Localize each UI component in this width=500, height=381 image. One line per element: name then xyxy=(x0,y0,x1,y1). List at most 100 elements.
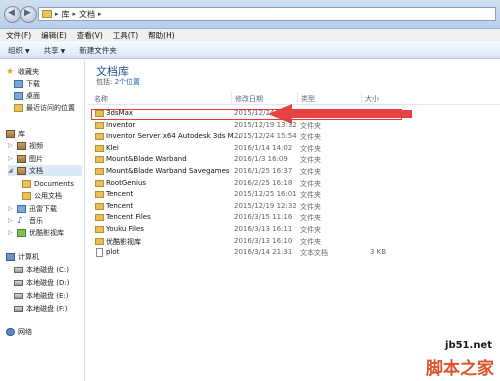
title-bar: ◀ ▶ ▸ 库 ▸ 文档 ▸ xyxy=(0,0,500,29)
file-row[interactable]: Inventor 2015/12/19 13:32 文件夹 xyxy=(92,120,410,131)
file-row[interactable]: Youku Files 2016/3/13 16:11 文件夹 xyxy=(92,224,410,235)
expand-arrow-icon[interactable]: ▷ xyxy=(8,205,14,212)
file-row[interactable]: Tencent Files 2016/3/15 11:16 文件夹 xyxy=(92,212,410,223)
sidebar-item-label: 本地磁盘 (D:) xyxy=(26,278,70,287)
file-row[interactable]: Inventor Server x64 Autodesk 3ds M... 201… xyxy=(92,131,410,142)
collapse-arrow-icon[interactable]: ◢ xyxy=(8,167,14,174)
file-type: 文件夹 xyxy=(300,168,321,176)
file-name: Tencent Files xyxy=(106,213,151,222)
video-library-icon xyxy=(17,228,26,237)
file-size: 3 KB xyxy=(370,248,387,257)
sidebar-item-thunder-downloads[interactable]: ▷ 迅雷下载 xyxy=(8,203,57,214)
folder-icon xyxy=(95,226,104,233)
sidebar-item-label: 计算机 xyxy=(18,252,39,261)
sidebar-item-label: 音乐 xyxy=(29,216,43,225)
column-divider[interactable] xyxy=(231,92,232,103)
file-date: 2016/1/25 16:37 xyxy=(234,167,293,175)
sidebar-item-my-documents[interactable]: Documents xyxy=(22,178,74,189)
column-divider[interactable] xyxy=(297,92,298,103)
file-name: Mount&Blade Warband xyxy=(106,155,187,164)
sidebar-item-pictures[interactable]: ▷ 图片 xyxy=(8,153,43,164)
file-type: 文件夹 xyxy=(300,121,321,130)
sidebar-item-drive-c[interactable]: 本地磁盘 (C:) xyxy=(14,264,69,275)
watermark-site: jb51.net xyxy=(445,340,492,351)
file-row[interactable]: Klei 2016/1/14 14:02 文件夹 xyxy=(92,143,410,154)
forward-arrow-icon: ▶ xyxy=(24,8,31,18)
library-subtitle-prefix: 包括: xyxy=(96,78,113,86)
file-row[interactable]: Tencent 2015/12/19 12:32 文件夹 xyxy=(92,201,410,212)
watermark-brand: 脚本之家 xyxy=(426,359,494,379)
menu-file[interactable]: 文件(F) xyxy=(6,30,31,41)
sidebar-item-downloads[interactable]: 下载 xyxy=(14,78,40,89)
file-row[interactable]: Mount&Blade Warband Savegames 2016/1/25 1… xyxy=(92,166,410,177)
menu-tools[interactable]: 工具(T) xyxy=(113,30,138,41)
sidebar-item-documents[interactable]: ◢ 文档 xyxy=(8,165,82,176)
sidebar-item-favorites[interactable]: ★ 收藏夹 xyxy=(6,66,39,77)
menu-view[interactable]: 查看(V) xyxy=(77,30,103,41)
expand-arrow-icon[interactable]: ▷ xyxy=(8,142,14,149)
expand-arrow-icon[interactable]: ▷ xyxy=(8,229,14,236)
sidebar-item-recent[interactable]: 最近访问的位置 xyxy=(14,102,75,113)
file-date: 2016/3/13 16:10 xyxy=(234,236,293,245)
download-library-icon xyxy=(17,204,26,213)
sidebar-item-label: 下载 xyxy=(26,79,40,88)
folder-icon xyxy=(95,121,104,129)
folder-icon xyxy=(95,144,104,152)
sidebar-item-drive-e[interactable]: 本地磁盘 (E:) xyxy=(14,290,68,301)
file-type: 文件夹 xyxy=(300,191,321,200)
file-row[interactable]: Mount&Blade Warband 2016/1/3 16:09 文件夹 xyxy=(92,154,410,165)
column-header-name[interactable]: 名称 xyxy=(94,94,108,104)
file-row[interactable]: 优酷影视库 2016/3/13 16:10 文件夹 xyxy=(92,236,410,247)
hard-drive-icon xyxy=(14,279,23,286)
sidebar-item-desktop[interactable]: 桌面 xyxy=(14,90,40,101)
share-label: 共享 xyxy=(43,46,59,55)
text-file-icon xyxy=(96,248,103,258)
expand-arrow-icon[interactable]: ▷ xyxy=(8,217,14,224)
file-type: 文件夹 xyxy=(300,202,321,211)
file-date: 2016/2/25 16:18 xyxy=(234,178,293,187)
new-folder-button[interactable]: 新建文件夹 xyxy=(79,45,117,56)
breadcrumb-library[interactable]: 库 xyxy=(62,9,70,20)
hard-drive-icon xyxy=(14,266,23,273)
column-divider[interactable] xyxy=(361,92,362,103)
back-button[interactable]: ◀ xyxy=(4,6,21,23)
file-row[interactable]: Tencent 2015/12/25 16:01 文件夹 xyxy=(92,189,410,200)
sidebar-item-computer[interactable]: 计算机 xyxy=(6,251,39,262)
menu-edit[interactable]: 编辑(E) xyxy=(41,30,67,41)
back-arrow-icon: ◀ xyxy=(8,8,15,18)
file-date: 2015/12/24 15:54 xyxy=(234,132,297,141)
column-header-date[interactable]: 修改日期 xyxy=(235,94,263,104)
organize-button[interactable]: 组织 ▼ xyxy=(8,45,30,56)
sidebar-item-public-documents[interactable]: 公用文档 xyxy=(22,190,62,201)
file-date: 2016/3/13 16:11 xyxy=(234,225,293,233)
breadcrumb-documents[interactable]: 文档 xyxy=(79,9,95,20)
download-folder-icon xyxy=(14,79,23,88)
sidebar-item-youku[interactable]: ▷ 优酷影视库 xyxy=(8,227,64,238)
sidebar-item-videos[interactable]: ▷ 视频 xyxy=(8,140,43,151)
share-button[interactable]: 共享 ▼ xyxy=(44,45,66,56)
hard-drive-icon xyxy=(14,305,23,312)
address-bar[interactable]: ▸ 库 ▸ 文档 ▸ xyxy=(38,7,496,21)
expand-arrow-icon[interactable]: ▷ xyxy=(8,155,14,162)
file-type: 文件夹 xyxy=(300,226,321,234)
file-name: Inventor xyxy=(106,120,136,129)
breadcrumb-separator-icon[interactable]: ▸ xyxy=(98,10,102,18)
sidebar-item-music[interactable]: ▷ ♪ 音乐 xyxy=(8,215,43,226)
breadcrumb-separator-icon[interactable]: ▸ xyxy=(73,10,77,18)
column-header-size[interactable]: 大小 xyxy=(365,94,379,104)
sidebar-item-network[interactable]: 网络 xyxy=(6,326,32,337)
sidebar-item-drive-d[interactable]: 本地磁盘 (D:) xyxy=(14,277,69,288)
file-name: Mount&Blade Warband Savegames xyxy=(106,167,230,175)
file-type: 文本文档 xyxy=(300,249,328,258)
sidebar-item-drive-f[interactable]: 本地磁盘 (F:) xyxy=(14,303,68,314)
file-row[interactable]: RootGenius 2016/2/25 16:18 文件夹 xyxy=(92,178,410,189)
file-row[interactable]: plot 2016/3/14 21:31 文本文档 3 KB xyxy=(92,247,410,258)
annotation-highlight-box xyxy=(91,109,402,120)
sidebar-item-libraries[interactable]: 库 xyxy=(6,128,25,139)
column-header-type[interactable]: 类型 xyxy=(301,94,315,104)
library-locations-link[interactable]: 2个位置 xyxy=(115,78,140,86)
forward-button[interactable]: ▶ xyxy=(20,6,37,23)
menu-help[interactable]: 帮助(H) xyxy=(148,30,175,41)
file-name: Klei xyxy=(106,143,119,152)
breadcrumb-separator-icon[interactable]: ▸ xyxy=(55,10,59,18)
